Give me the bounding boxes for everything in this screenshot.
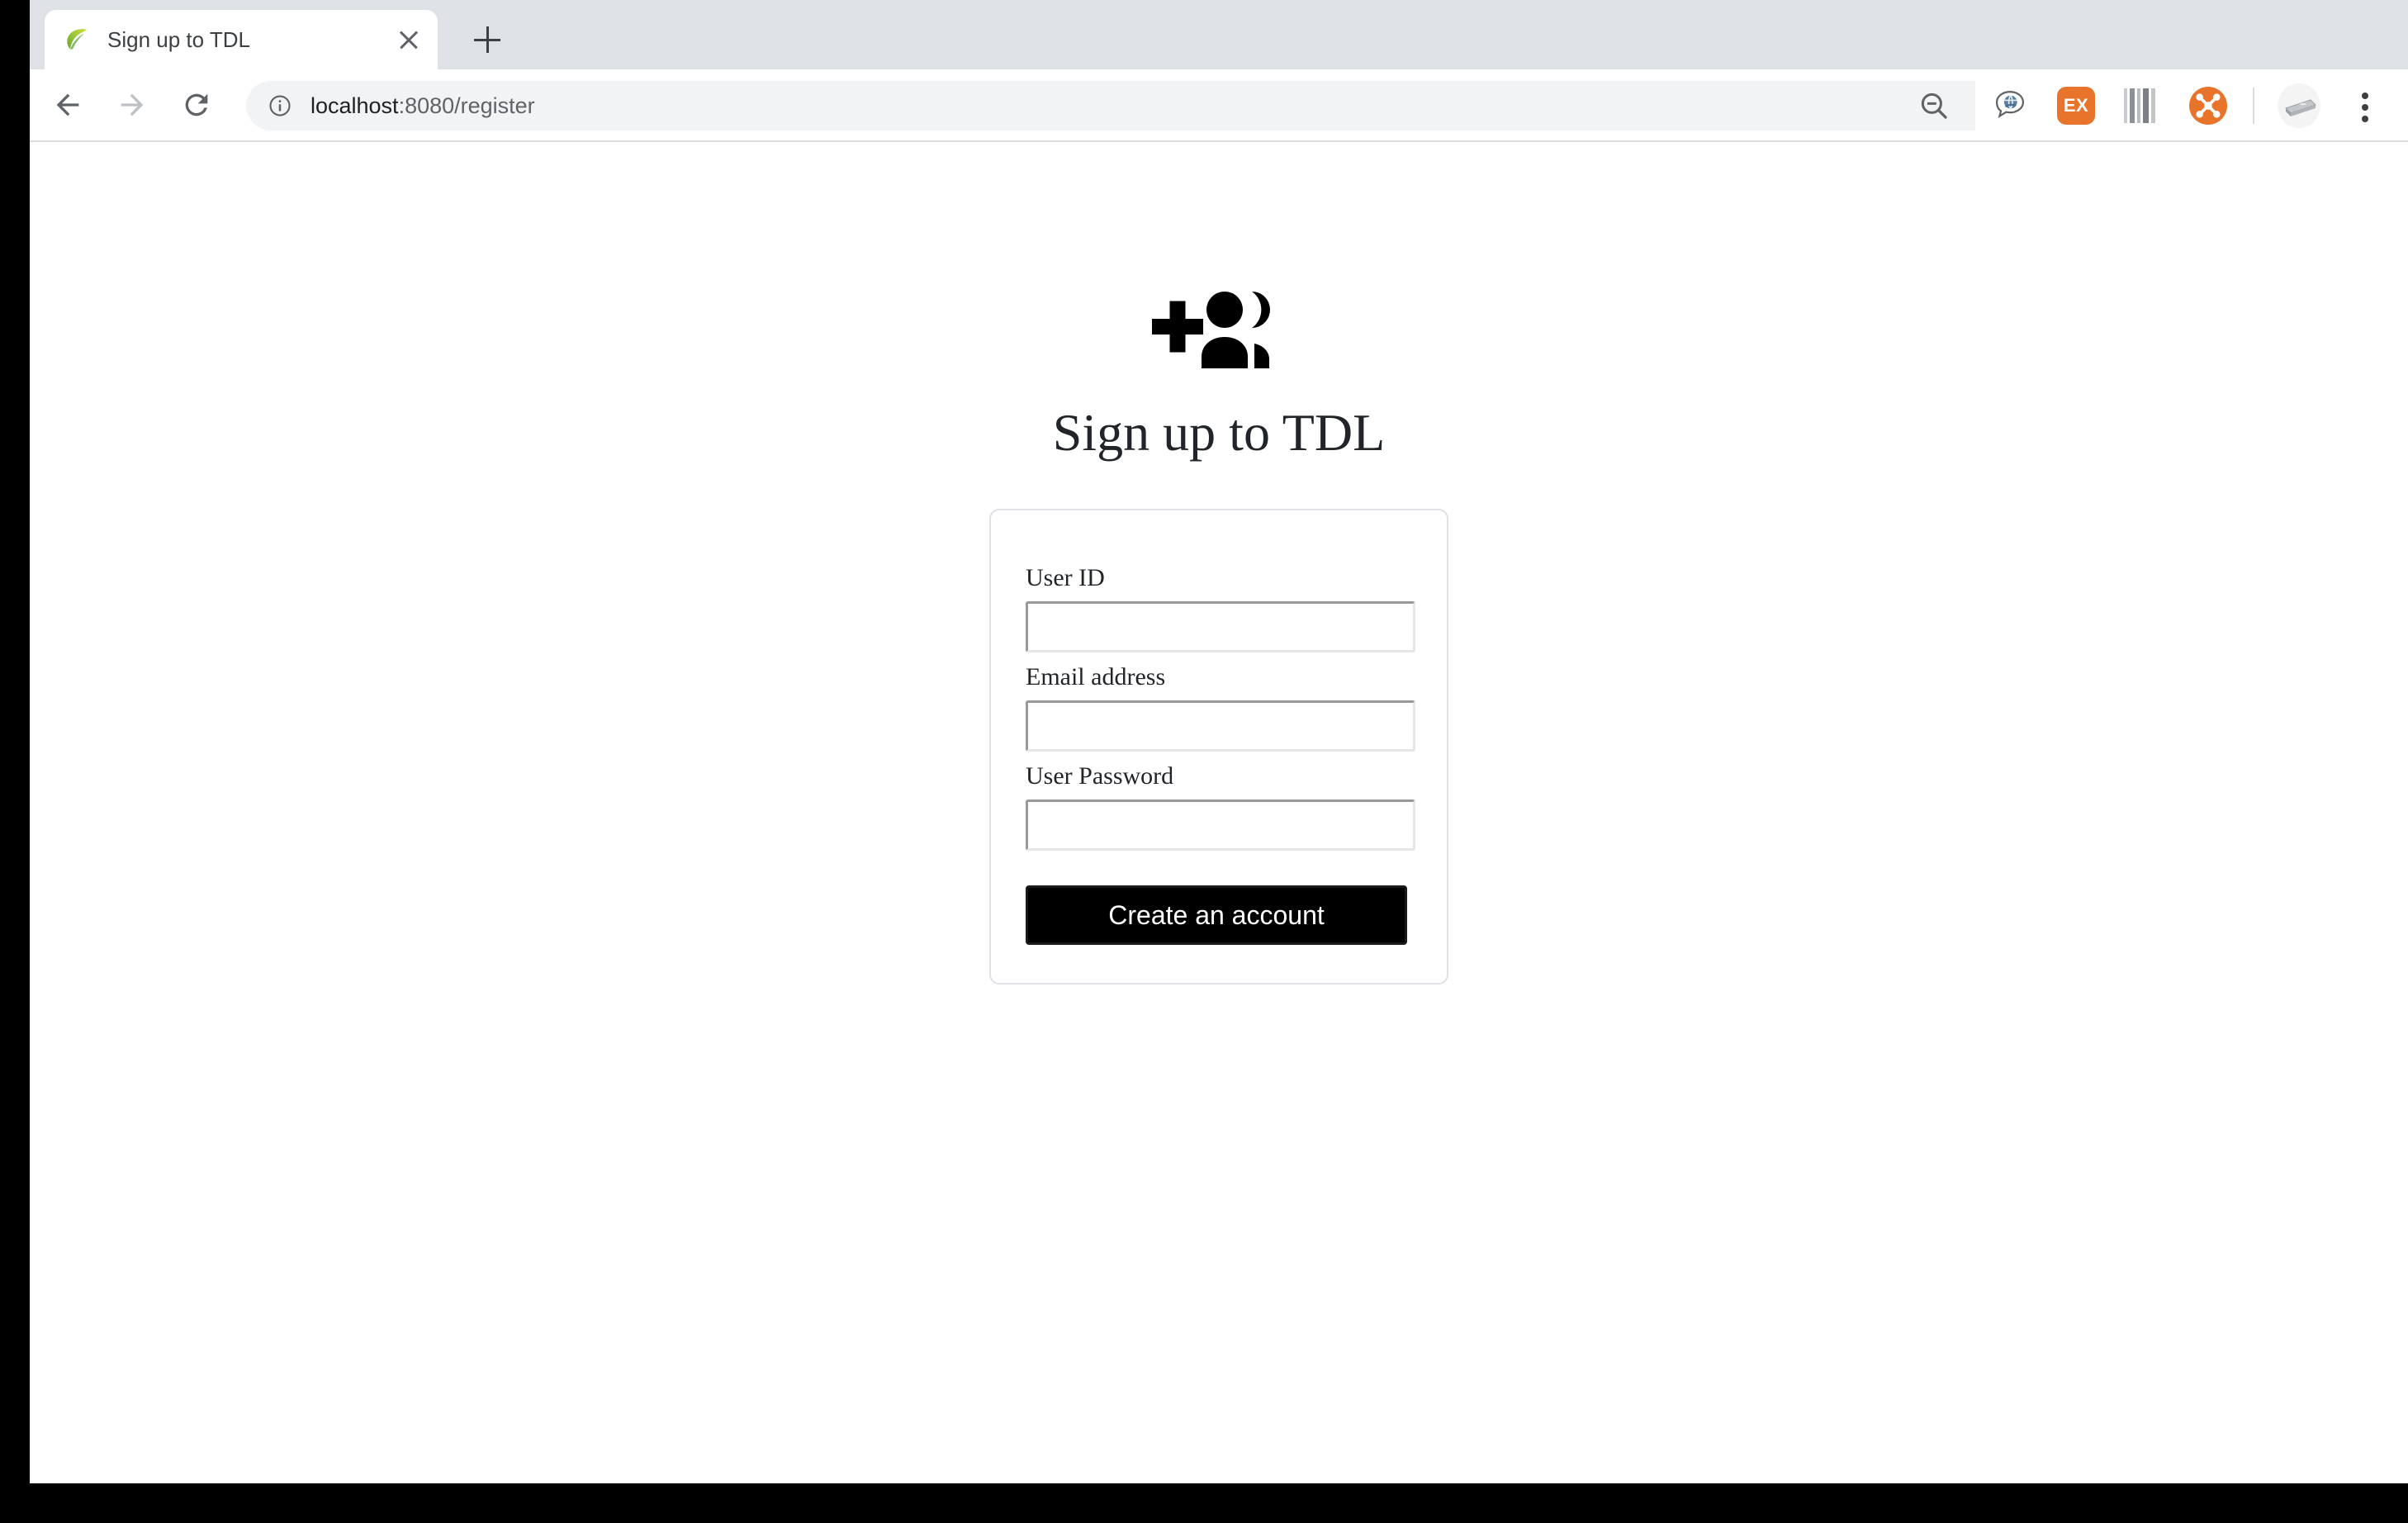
field-user-password: User Password [1026,762,1415,851]
toolbar-divider [2253,88,2254,124]
spring-leaf-favicon [63,26,91,54]
signup-container: Sign up to TDL User ID Email address Use… [30,142,2408,984]
forward-button [106,78,159,131]
page-title: Sign up to TDL [1052,403,1386,462]
reload-button[interactable] [170,78,223,131]
extension-toolbar: EX [1975,81,2387,130]
label-email-address: Email address [1026,663,1166,690]
label-user-id: User ID [1026,564,1105,591]
translate-bubble-icon[interactable] [1988,84,2031,127]
email-address-input[interactable] [1026,700,1415,752]
field-email-address: Email address [1026,662,1415,752]
profile-device-glyph [2278,83,2320,128]
menu-dots-glyph [2347,84,2383,127]
site-info-icon[interactable] [268,93,292,118]
browser-toolbar: localhost:8080/register EX [30,69,2408,142]
chrome-menu-icon[interactable] [2344,84,2387,127]
reload-icon [185,93,208,116]
user-password-input[interactable] [1026,799,1415,851]
signup-form: User ID Email address User Password Crea… [1026,563,1415,945]
back-arrow-icon [56,93,79,116]
user-id-input[interactable] [1026,601,1415,652]
ex-extension-label: EX [2057,87,2095,125]
page-viewport: Sign up to TDL User ID Email address Use… [30,142,2408,1482]
forward-arrow-icon [121,93,144,116]
new-tab-button[interactable] [466,18,509,61]
browser-window: Sign up to TDL localhost:8080/register E… [30,0,2408,1483]
label-user-password: User Password [1026,762,1174,790]
back-button[interactable] [41,78,94,131]
tab-title: Sign up to TDL [107,26,250,52]
barcode-bars [2124,88,2160,124]
create-account-button[interactable]: Create an account [1026,885,1407,945]
node-graph-extension-icon[interactable] [2187,84,2230,127]
ex-extension-icon[interactable]: EX [2055,84,2098,127]
screen-frame: Sign up to TDL localhost:8080/register E… [0,0,2408,1523]
profile-avatar[interactable] [2278,83,2320,128]
node-graph-glyph [2189,87,2227,125]
tab-strip: Sign up to TDL [30,0,2408,69]
barcode-extension-icon[interactable] [2121,84,2164,127]
url-host: localhost [310,93,399,118]
browser-tab[interactable]: Sign up to TDL [45,10,438,69]
signup-form-card: User ID Email address User Password Crea… [989,509,1448,984]
address-bar-url: localhost:8080/register [310,93,535,119]
field-user-id: User ID [1026,563,1415,652]
tab-close-icon[interactable] [395,26,423,54]
zoom-out-icon[interactable] [1913,84,1955,127]
url-path: :8080/register [398,93,535,118]
group-add-icon [1152,289,1286,368]
